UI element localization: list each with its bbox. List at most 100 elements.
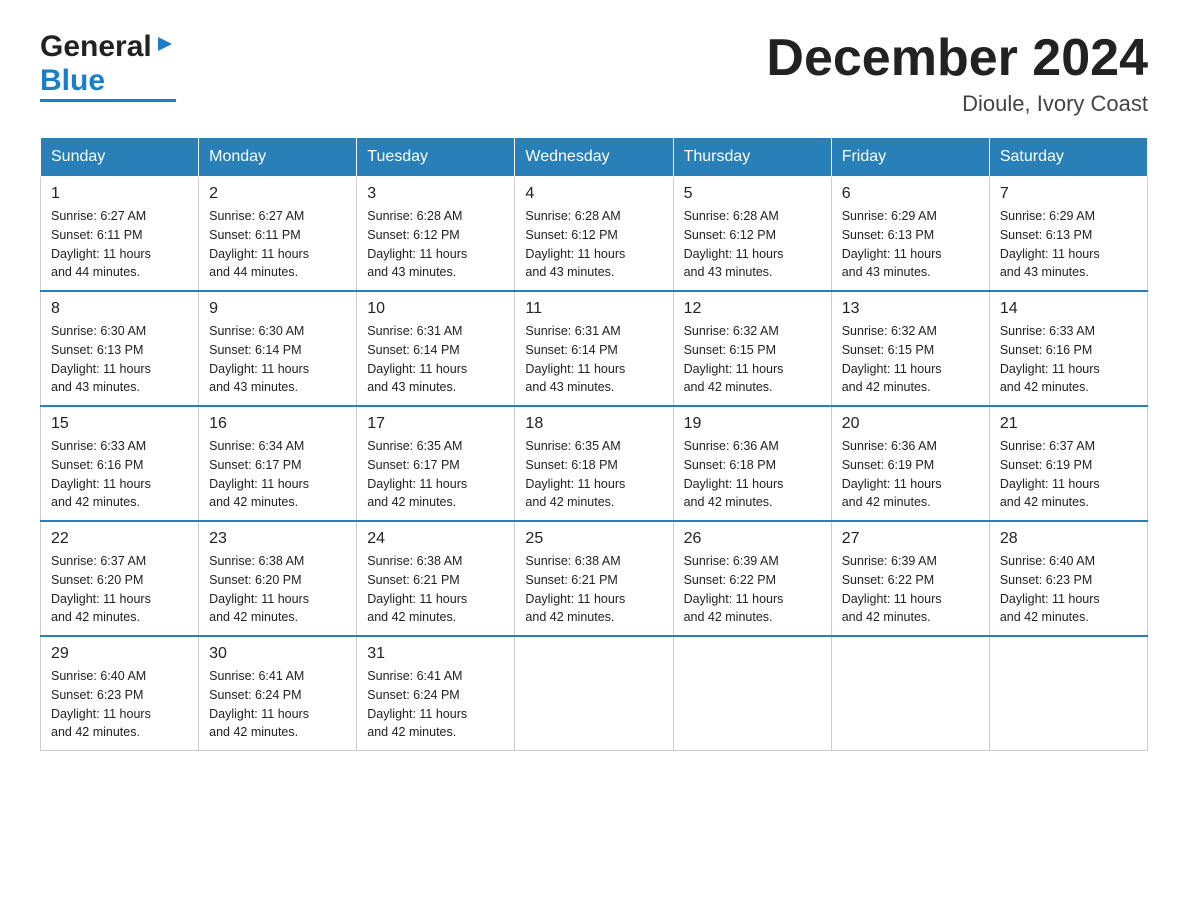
day-info: Sunrise: 6:35 AMSunset: 6:17 PMDaylight:… bbox=[367, 437, 504, 512]
calendar-subtitle: Dioule, Ivory Coast bbox=[766, 91, 1148, 117]
day-info: Sunrise: 6:38 AMSunset: 6:21 PMDaylight:… bbox=[367, 552, 504, 627]
calendar-cell bbox=[673, 636, 831, 751]
calendar-cell: 8 Sunrise: 6:30 AMSunset: 6:13 PMDaylight… bbox=[41, 291, 199, 406]
day-number: 29 bbox=[51, 645, 188, 663]
day-info: Sunrise: 6:28 AMSunset: 6:12 PMDaylight:… bbox=[525, 207, 662, 282]
day-info: Sunrise: 6:29 AMSunset: 6:13 PMDaylight:… bbox=[1000, 207, 1137, 282]
day-number: 31 bbox=[367, 645, 504, 663]
col-tuesday: Tuesday bbox=[357, 138, 515, 177]
day-info: Sunrise: 6:37 AMSunset: 6:19 PMDaylight:… bbox=[1000, 437, 1137, 512]
calendar-cell: 21 Sunrise: 6:37 AMSunset: 6:19 PMDayligh… bbox=[989, 406, 1147, 521]
day-number: 12 bbox=[684, 300, 821, 318]
calendar-cell: 6 Sunrise: 6:29 AMSunset: 6:13 PMDaylight… bbox=[831, 177, 989, 292]
day-info: Sunrise: 6:28 AMSunset: 6:12 PMDaylight:… bbox=[684, 207, 821, 282]
day-info: Sunrise: 6:34 AMSunset: 6:17 PMDaylight:… bbox=[209, 437, 346, 512]
day-number: 24 bbox=[367, 530, 504, 548]
calendar-cell: 13 Sunrise: 6:32 AMSunset: 6:15 PMDayligh… bbox=[831, 291, 989, 406]
calendar-cell: 31 Sunrise: 6:41 AMSunset: 6:24 PMDayligh… bbox=[357, 636, 515, 751]
day-number: 13 bbox=[842, 300, 979, 318]
day-number: 19 bbox=[684, 415, 821, 433]
day-info: Sunrise: 6:27 AMSunset: 6:11 PMDaylight:… bbox=[209, 207, 346, 282]
day-number: 22 bbox=[51, 530, 188, 548]
logo: General Blue bbox=[40, 30, 176, 102]
day-number: 26 bbox=[684, 530, 821, 548]
day-number: 23 bbox=[209, 530, 346, 548]
day-number: 14 bbox=[1000, 300, 1137, 318]
day-info: Sunrise: 6:40 AMSunset: 6:23 PMDaylight:… bbox=[1000, 552, 1137, 627]
day-info: Sunrise: 6:33 AMSunset: 6:16 PMDaylight:… bbox=[51, 437, 188, 512]
day-info: Sunrise: 6:39 AMSunset: 6:22 PMDaylight:… bbox=[684, 552, 821, 627]
day-number: 4 bbox=[525, 185, 662, 203]
calendar-cell: 4 Sunrise: 6:28 AMSunset: 6:12 PMDaylight… bbox=[515, 177, 673, 292]
day-number: 27 bbox=[842, 530, 979, 548]
day-number: 2 bbox=[209, 185, 346, 203]
calendar-cell: 12 Sunrise: 6:32 AMSunset: 6:15 PMDayligh… bbox=[673, 291, 831, 406]
calendar-week-row: 22 Sunrise: 6:37 AMSunset: 6:20 PMDayligh… bbox=[41, 521, 1148, 636]
calendar-week-row: 1 Sunrise: 6:27 AMSunset: 6:11 PMDaylight… bbox=[41, 177, 1148, 292]
calendar-cell: 3Sunrise: 6:28 AMSunset: 6:12 PMDaylight… bbox=[357, 177, 515, 292]
calendar-cell: 27Sunrise: 6:39 AMSunset: 6:22 PMDayligh… bbox=[831, 521, 989, 636]
day-info: Sunrise: 6:29 AMSunset: 6:13 PMDaylight:… bbox=[842, 207, 979, 282]
calendar-cell: 23 Sunrise: 6:38 AMSunset: 6:20 PMDayligh… bbox=[199, 521, 357, 636]
day-info: Sunrise: 6:37 AMSunset: 6:20 PMDaylight:… bbox=[51, 552, 188, 627]
day-info: Sunrise: 6:28 AMSunset: 6:12 PMDaylight:… bbox=[367, 207, 504, 282]
day-number: 1 bbox=[51, 185, 188, 203]
col-thursday: Thursday bbox=[673, 138, 831, 177]
calendar-cell: 1 Sunrise: 6:27 AMSunset: 6:11 PMDaylight… bbox=[41, 177, 199, 292]
calendar-cell: 24 Sunrise: 6:38 AMSunset: 6:21 PMDayligh… bbox=[357, 521, 515, 636]
day-info: Sunrise: 6:38 AMSunset: 6:20 PMDaylight:… bbox=[209, 552, 346, 627]
col-friday: Friday bbox=[831, 138, 989, 177]
header-row: Sunday Monday Tuesday Wednesday Thursday… bbox=[41, 138, 1148, 177]
calendar-cell: 9Sunrise: 6:30 AMSunset: 6:14 PMDaylight… bbox=[199, 291, 357, 406]
day-info: Sunrise: 6:32 AMSunset: 6:15 PMDaylight:… bbox=[842, 322, 979, 397]
calendar-cell: 29 Sunrise: 6:40 AMSunset: 6:23 PMDayligh… bbox=[41, 636, 199, 751]
calendar-cell: 26 Sunrise: 6:39 AMSunset: 6:22 PMDayligh… bbox=[673, 521, 831, 636]
day-number: 11 bbox=[525, 300, 662, 318]
col-sunday: Sunday bbox=[41, 138, 199, 177]
day-info: Sunrise: 6:30 AMSunset: 6:13 PMDaylight:… bbox=[51, 322, 188, 397]
calendar-cell: 20Sunrise: 6:36 AMSunset: 6:19 PMDayligh… bbox=[831, 406, 989, 521]
day-info: Sunrise: 6:36 AMSunset: 6:18 PMDaylight:… bbox=[684, 437, 821, 512]
calendar-week-row: 8 Sunrise: 6:30 AMSunset: 6:13 PMDaylight… bbox=[41, 291, 1148, 406]
day-info: Sunrise: 6:32 AMSunset: 6:15 PMDaylight:… bbox=[684, 322, 821, 397]
day-info: Sunrise: 6:33 AMSunset: 6:16 PMDaylight:… bbox=[1000, 322, 1137, 397]
day-number: 6 bbox=[842, 185, 979, 203]
day-number: 9 bbox=[209, 300, 346, 318]
calendar-cell bbox=[989, 636, 1147, 751]
calendar-week-row: 15 Sunrise: 6:33 AMSunset: 6:16 PMDayligh… bbox=[41, 406, 1148, 521]
calendar-title: December 2024 bbox=[766, 30, 1148, 87]
logo-blue-text: Blue bbox=[40, 64, 105, 98]
day-number: 21 bbox=[1000, 415, 1137, 433]
day-number: 10 bbox=[367, 300, 504, 318]
title-block: December 2024 Dioule, Ivory Coast bbox=[766, 30, 1148, 117]
day-number: 8 bbox=[51, 300, 188, 318]
calendar-cell: 22 Sunrise: 6:37 AMSunset: 6:20 PMDayligh… bbox=[41, 521, 199, 636]
day-number: 18 bbox=[525, 415, 662, 433]
calendar-cell: 11Sunrise: 6:31 AMSunset: 6:14 PMDayligh… bbox=[515, 291, 673, 406]
calendar-cell: 16Sunrise: 6:34 AMSunset: 6:17 PMDayligh… bbox=[199, 406, 357, 521]
day-info: Sunrise: 6:41 AMSunset: 6:24 PMDaylight:… bbox=[209, 667, 346, 742]
day-number: 15 bbox=[51, 415, 188, 433]
calendar-cell bbox=[515, 636, 673, 751]
calendar-cell: 17 Sunrise: 6:35 AMSunset: 6:17 PMDayligh… bbox=[357, 406, 515, 521]
calendar-table: Sunday Monday Tuesday Wednesday Thursday… bbox=[40, 137, 1148, 751]
calendar-body: 1 Sunrise: 6:27 AMSunset: 6:11 PMDaylight… bbox=[41, 177, 1148, 751]
page-header: General Blue December 2024 Dioule, Ivory… bbox=[40, 30, 1148, 117]
calendar-cell: 18Sunrise: 6:35 AMSunset: 6:18 PMDayligh… bbox=[515, 406, 673, 521]
day-info: Sunrise: 6:40 AMSunset: 6:23 PMDaylight:… bbox=[51, 667, 188, 742]
calendar-cell: 7Sunrise: 6:29 AMSunset: 6:13 PMDaylight… bbox=[989, 177, 1147, 292]
logo-general-text: General bbox=[40, 30, 152, 64]
logo-underline bbox=[40, 99, 176, 102]
day-number: 28 bbox=[1000, 530, 1137, 548]
calendar-cell: 28 Sunrise: 6:40 AMSunset: 6:23 PMDayligh… bbox=[989, 521, 1147, 636]
calendar-cell: 2 Sunrise: 6:27 AMSunset: 6:11 PMDaylight… bbox=[199, 177, 357, 292]
day-info: Sunrise: 6:38 AMSunset: 6:21 PMDaylight:… bbox=[525, 552, 662, 627]
calendar-cell bbox=[831, 636, 989, 751]
day-info: Sunrise: 6:41 AMSunset: 6:24 PMDaylight:… bbox=[367, 667, 504, 742]
day-number: 17 bbox=[367, 415, 504, 433]
calendar-header: Sunday Monday Tuesday Wednesday Thursday… bbox=[41, 138, 1148, 177]
day-info: Sunrise: 6:27 AMSunset: 6:11 PMDaylight:… bbox=[51, 207, 188, 282]
col-saturday: Saturday bbox=[989, 138, 1147, 177]
day-info: Sunrise: 6:31 AMSunset: 6:14 PMDaylight:… bbox=[367, 322, 504, 397]
calendar-cell: 5Sunrise: 6:28 AMSunset: 6:12 PMDaylight… bbox=[673, 177, 831, 292]
